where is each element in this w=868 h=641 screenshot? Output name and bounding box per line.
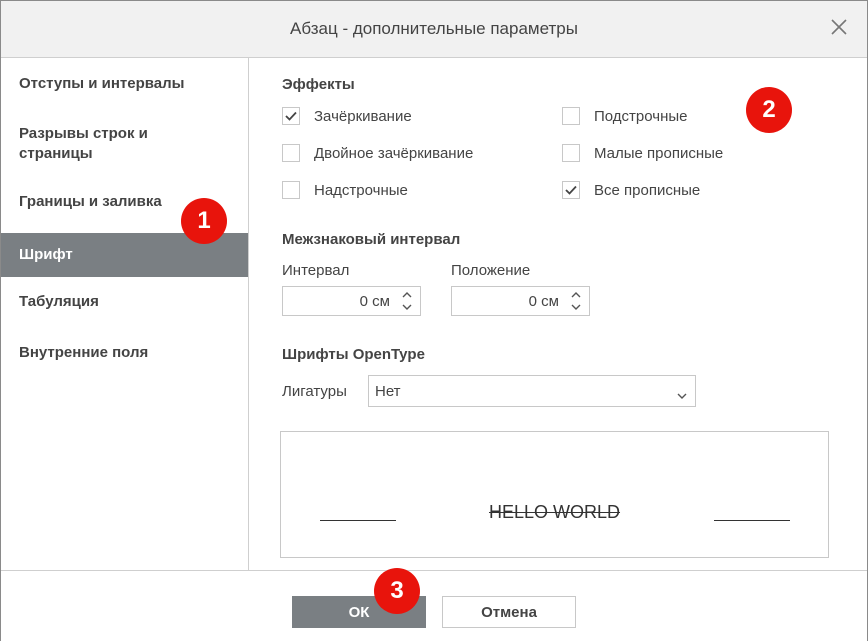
callout-badge-2: 2 [746,87,792,133]
callout-badge-1: 1 [181,198,227,244]
subscript-checkbox[interactable] [562,107,580,125]
interval-stepper[interactable]: 0 см [282,286,421,316]
stepper-arrows-icon[interactable] [400,289,414,313]
superscript-option[interactable]: Надстрочные [282,180,408,200]
small-caps-checkbox[interactable] [562,144,580,162]
close-icon[interactable] [827,15,851,39]
sidebar-item-margins[interactable]: Внутренние поля [1,343,248,363]
superscript-checkbox[interactable] [282,181,300,199]
small-caps-option[interactable]: Малые прописные [562,143,723,163]
stepper-arrows-icon[interactable] [569,289,583,313]
position-stepper[interactable]: 0 см [451,286,590,316]
ligatures-select[interactable]: Нет [368,375,696,407]
font-preview: HELLO WORLD [280,431,829,558]
preview-right-line [714,520,790,521]
subscript-option[interactable]: Подстрочные [562,106,688,126]
cancel-button[interactable]: Отмена [442,596,576,628]
all-caps-option[interactable]: Все прописные [562,180,700,200]
chevron-down-icon [677,387,687,405]
interval-label: Интервал [282,262,350,279]
title-bar: Абзац - дополнительные параметры [1,1,867,58]
subscript-label: Подстрочные [594,107,688,125]
double-strikethrough-label: Двойное зачёркивание [314,144,474,162]
position-value: 0 см [528,293,559,310]
sidebar-item-breaks[interactable]: Разрывы строк и страницы [1,124,248,164]
sidebar: Отступы и интервалы Разрывы строк и стра… [1,58,249,570]
paragraph-settings-dialog: Абзац - дополнительные параметры Отступы… [0,0,868,641]
ligatures-label: Лигатуры [282,383,347,400]
strikethrough-checkbox[interactable] [282,107,300,125]
strikethrough-option[interactable]: Зачёркивание [282,106,412,126]
dialog-footer: ОК Отмена [1,570,867,641]
sidebar-item-tabs[interactable]: Табуляция [1,292,248,312]
superscript-label: Надстрочные [314,181,408,199]
ligatures-value: Нет [375,383,401,400]
spacing-title: Межзнаковый интервал [282,231,461,248]
double-strikethrough-option[interactable]: Двойное зачёркивание [282,143,473,163]
position-label: Положение [451,262,531,279]
all-caps-checkbox[interactable] [562,181,580,199]
dialog-title: Абзац - дополнительные параметры [290,19,578,38]
sidebar-item-indents[interactable]: Отступы и интервалы [1,74,248,94]
small-caps-label: Малые прописные [594,144,724,162]
opentype-title: Шрифты OpenType [282,346,425,363]
double-strikethrough-checkbox[interactable] [282,144,300,162]
strikethrough-label: Зачёркивание [314,107,412,125]
effects-title: Эффекты [282,76,355,93]
callout-badge-3: 3 [374,568,420,614]
interval-value: 0 см [359,293,390,310]
all-caps-label: Все прописные [594,181,701,199]
